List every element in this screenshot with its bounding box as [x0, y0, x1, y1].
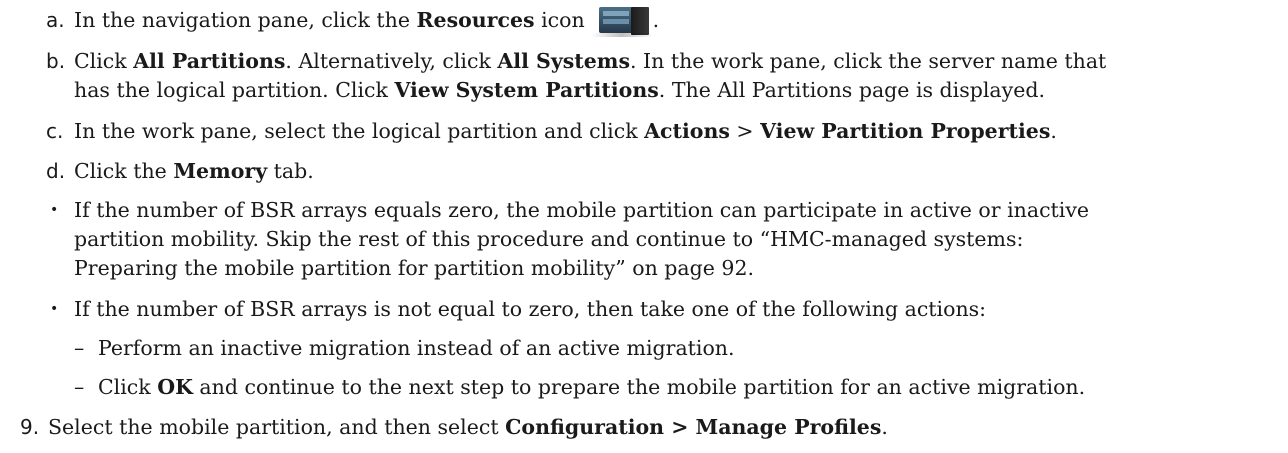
ok-term: OK [157, 375, 193, 399]
step-a-pre: In the navigation pane, click the [74, 8, 417, 32]
step-c-text: In the work pane, select the logical par… [74, 119, 1057, 143]
memory-term: Memory [173, 159, 268, 183]
view-system-partitions-term: View System Partitions [394, 78, 659, 102]
step-a-post: icon [534, 8, 585, 32]
bullet-1-line-3: Preparing the mobile partition for parti… [74, 256, 755, 280]
sub-item-2-text: Click OK and continue to the next step t… [98, 375, 1086, 399]
bullet-1-symbol: • [50, 202, 59, 218]
step-d-marker: d. [46, 159, 66, 183]
actions-term: Actions [644, 119, 730, 143]
bullet-2-line-1: If the number of BSR arrays is not equal… [74, 297, 987, 321]
all-systems-term: All Systems [497, 49, 631, 73]
step-b-line-2: has the logical partition. Click View Sy… [74, 78, 1045, 102]
configuration-manage-profiles-term: Configuration > Manage Profiles [505, 415, 882, 439]
step-9-text: Select the mobile partition, and then se… [48, 415, 888, 439]
step-a-tail: . [652, 8, 660, 32]
step-b-marker: b. [46, 49, 66, 73]
step-b-line-1: Click All Partitions. Alternatively, cli… [74, 49, 1107, 73]
step-a-text: In the navigation pane, click the Resour… [74, 6, 660, 37]
view-partition-properties-term: View Partition Properties [760, 119, 1051, 143]
resources-server-icon [590, 7, 653, 37]
all-partitions-term: All Partitions [133, 49, 286, 73]
bullet-2-symbol: • [50, 301, 59, 317]
step-d-text: Click the Memory tab. [74, 159, 314, 183]
step-a-marker: a. [46, 8, 65, 32]
document-page: a. In the navigation pane, click the Res… [0, 0, 1288, 453]
bullet-1-line-1: If the number of BSR arrays equals zero,… [74, 198, 1090, 222]
sub-item-2-dash: – [74, 375, 85, 399]
bullet-1-line-2: partition mobility. Skip the rest of thi… [74, 227, 1024, 251]
step-9-marker: 9. [20, 415, 40, 439]
sub-item-1-text: Perform an inactive migration instead of… [98, 336, 735, 360]
sub-item-1-dash: – [74, 336, 85, 360]
resources-term: Resources [416, 8, 535, 32]
step-c-marker: c. [46, 119, 64, 143]
